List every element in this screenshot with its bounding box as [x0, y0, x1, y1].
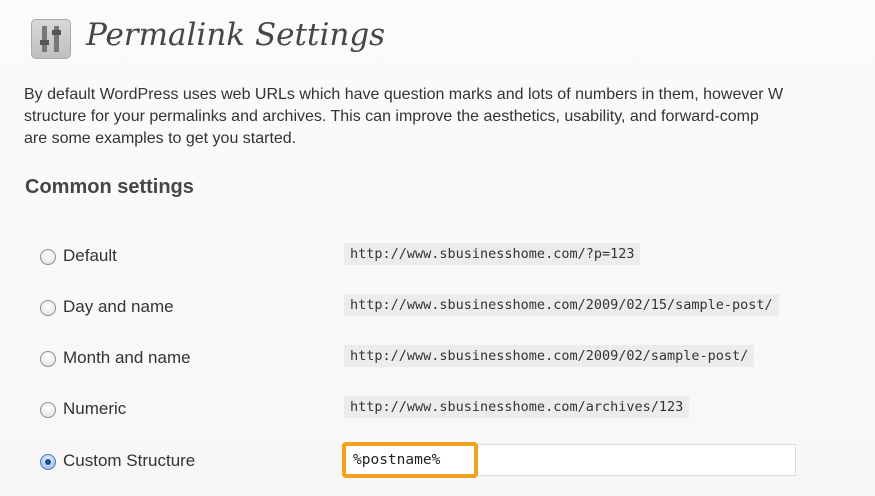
- custom-structure-input[interactable]: [345, 445, 795, 475]
- default-example-url: http://www.sbusinesshome.com/?p=123: [344, 243, 641, 265]
- permalink-description: By default WordPress uses web URLs which…: [24, 84, 875, 150]
- permalink-settings-page: Permalink Settings By default WordPress …: [0, 0, 875, 496]
- description-line: structure for your permalinks and archiv…: [24, 108, 759, 125]
- numeric-example-url: http://www.sbusinesshome.com/archives/12…: [344, 396, 690, 418]
- custom-structure-radio[interactable]: [40, 454, 56, 470]
- numeric-radio[interactable]: [40, 402, 56, 418]
- day-and-name-label[interactable]: Day and name: [63, 297, 174, 317]
- day-and-name-radio[interactable]: [40, 300, 56, 316]
- description-line: By default WordPress uses web URLs which…: [24, 86, 784, 103]
- default-label[interactable]: Default: [63, 246, 117, 266]
- permalink-option-numeric[interactable]: Numeric http://www.sbusinesshome.com/arc…: [40, 396, 860, 426]
- month-and-name-example-url: http://www.sbusinesshome.com/2009/02/sam…: [344, 345, 755, 367]
- day-and-name-example-url: http://www.sbusinesshome.com/2009/02/15/…: [344, 294, 779, 316]
- settings-sliders-icon: [31, 19, 71, 59]
- month-and-name-radio[interactable]: [40, 351, 56, 367]
- permalink-option-day-and-name[interactable]: Day and name http://www.sbusinesshome.co…: [40, 294, 860, 324]
- custom-structure-label[interactable]: Custom Structure: [63, 451, 195, 471]
- permalink-option-default[interactable]: Default http://www.sbusinesshome.com/?p=…: [40, 243, 860, 273]
- description-line: are some examples to get you started.: [24, 130, 297, 147]
- default-radio[interactable]: [40, 249, 56, 265]
- permalink-option-month-and-name[interactable]: Month and name http://www.sbusinesshome.…: [40, 345, 860, 375]
- custom-structure-field[interactable]: [344, 444, 796, 476]
- month-and-name-label[interactable]: Month and name: [63, 348, 191, 368]
- common-settings-heading: Common settings: [25, 176, 194, 198]
- numeric-label[interactable]: Numeric: [63, 399, 126, 419]
- permalink-option-custom-structure[interactable]: Custom Structure: [40, 442, 860, 478]
- page-title: Permalink Settings: [86, 17, 386, 53]
